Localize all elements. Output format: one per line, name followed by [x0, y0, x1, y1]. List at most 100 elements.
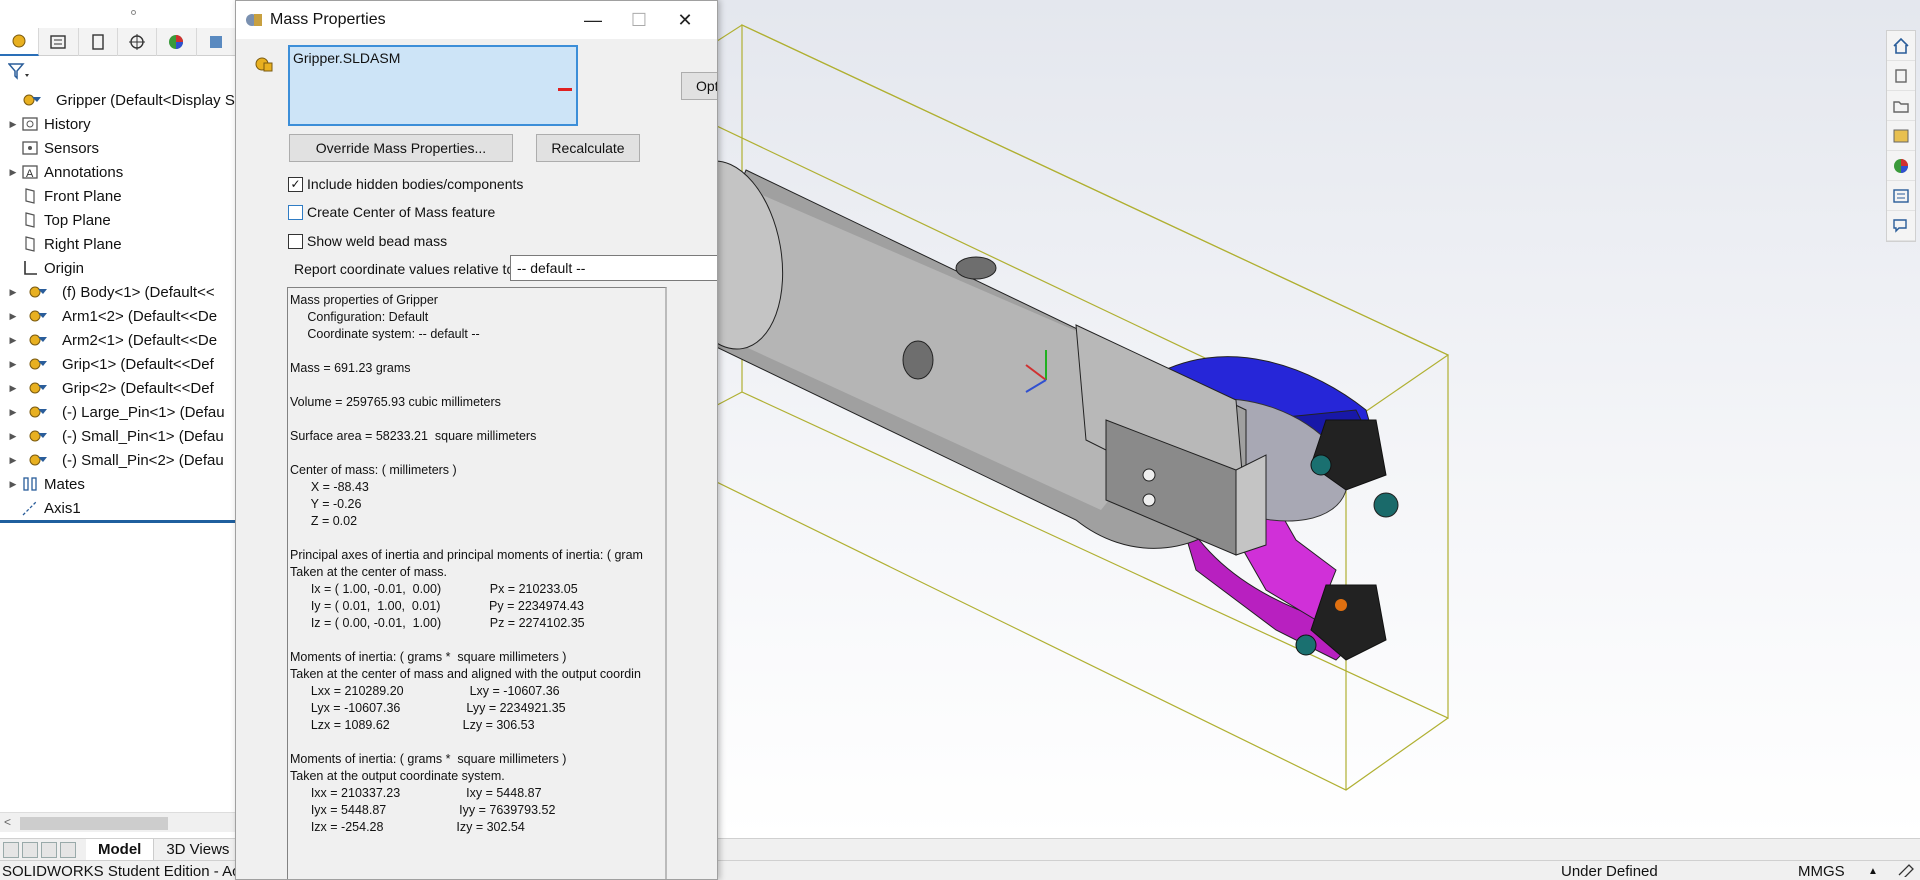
parts-icon[interactable] [1887, 61, 1915, 91]
tree-item[interactable]: ▶ (-) Small_Pin<2> (Defau [0, 448, 236, 472]
tree-item[interactable]: Top Plane [0, 208, 236, 232]
expand-arrow-icon[interactable]: ▶ [6, 119, 20, 130]
tree-item[interactable]: Gripper (Default<Display S [0, 88, 236, 112]
create-com-checkbox[interactable]: Create Center of Mass feature [288, 204, 495, 220]
selected-assembly[interactable]: Gripper.SLDASM [293, 50, 400, 66]
tree-item[interactable]: ▶ Grip<2> (Default<<Def [0, 376, 236, 400]
expand-arrow-icon[interactable]: ▶ [6, 167, 20, 178]
options-button[interactable]: Opt [681, 72, 717, 100]
horizontal-scrollbar[interactable]: < [0, 812, 236, 832]
weld-bead-label: Show weld bead mass [307, 233, 448, 249]
maximize-button[interactable]: ☐ [616, 5, 662, 35]
rebuild-status-icon[interactable] [1897, 863, 1915, 880]
tree-item[interactable]: ▶ Mates [0, 472, 236, 496]
dimxpert-tab[interactable] [118, 28, 158, 56]
filter-icon[interactable] [7, 62, 30, 84]
panel-splitter-dot[interactable] [131, 10, 136, 15]
tree-item[interactable]: ▶ (-) Small_Pin<1> (Defau [0, 424, 236, 448]
result-line [290, 632, 665, 649]
first-tab-nav-icon[interactable] [3, 841, 19, 858]
expand-arrow-icon[interactable]: ▶ [6, 383, 20, 394]
tree-item[interactable]: ▶ Arm2<1> (Default<<De [0, 328, 236, 352]
tree-item[interactable]: Front Plane [0, 184, 236, 208]
tab-3d-views[interactable]: 3D Views [154, 838, 243, 861]
result-line [290, 734, 665, 751]
dialog-title: Mass Properties [270, 11, 386, 28]
tree-item[interactable]: ▶ Grip<1> (Default<<Def [0, 352, 236, 376]
tree-item-label: (-) Large_Pin<1> (Defau [62, 403, 225, 421]
part-icon [20, 331, 58, 349]
result-line [290, 530, 665, 547]
last-tab-nav-icon[interactable] [60, 841, 76, 858]
home-icon[interactable] [1887, 31, 1915, 61]
folder-icon[interactable] [1887, 91, 1915, 121]
mass-properties-results[interactable]: Mass properties of Gripper Configuration… [287, 287, 667, 879]
svg-text:A: A [26, 168, 34, 180]
result-line: Moments of inertia: ( grams * square mil… [290, 752, 567, 766]
tree-item-label: Axis1 [44, 499, 81, 517]
task-pane-toolbar [1886, 30, 1916, 242]
feature-manager-tabs [0, 28, 236, 56]
display-manager-tab[interactable] [157, 28, 197, 56]
expand-arrow-icon[interactable]: ▶ [6, 479, 20, 490]
expand-arrow-icon[interactable]: ▶ [6, 407, 20, 418]
result-line [290, 411, 665, 428]
create-com-label: Create Center of Mass feature [307, 204, 496, 220]
dialog-titlebar[interactable]: Mass Properties — ☐ ✕ [236, 1, 717, 39]
tree-item[interactable]: ▶ (f) Body<1> (Default<< [0, 280, 236, 304]
tree-item[interactable]: Origin [0, 256, 236, 280]
scrollbar-thumb[interactable] [20, 817, 168, 830]
appearance-icon[interactable] [1887, 151, 1915, 181]
scroll-left-icon[interactable]: < [4, 815, 11, 829]
tree-item[interactable]: Right Plane [0, 232, 236, 256]
part-icon [20, 283, 58, 301]
properties-icon[interactable] [1887, 181, 1915, 211]
part-icon [20, 355, 58, 373]
next-tab-nav-icon[interactable] [41, 841, 57, 858]
minimize-button[interactable]: — [570, 5, 616, 35]
tree-item-label: Gripper (Default<Display S [56, 91, 235, 109]
expand-arrow-icon[interactable]: ▶ [6, 359, 20, 370]
cam-tab[interactable] [197, 28, 236, 56]
expand-arrow-icon[interactable]: ▶ [6, 455, 20, 466]
include-hidden-checkbox[interactable]: ✓ Include hidden bodies/components [288, 176, 523, 192]
tree-item[interactable]: ▶ History [0, 112, 236, 136]
tree-item[interactable]: ▶ (-) Large_Pin<1> (Defau [0, 400, 236, 424]
tree-item-label: Front Plane [44, 187, 122, 205]
close-button[interactable]: ✕ [662, 5, 708, 35]
expand-arrow-icon[interactable]: ▶ [6, 311, 20, 322]
tree-item[interactable]: ▶ Arm1<2> (Default<<De [0, 304, 236, 328]
recalculate-button[interactable]: Recalculate [536, 134, 640, 162]
weld-bead-checkbox[interactable]: Show weld bead mass [288, 233, 447, 249]
tree-item[interactable]: ▶ A Annotations [0, 160, 236, 184]
expand-arrow-icon[interactable]: ▶ [6, 431, 20, 442]
coordinate-system-select[interactable]: -- default -- [510, 255, 717, 281]
result-line: Mass properties of Gripper [290, 293, 438, 307]
selection-marker [558, 88, 572, 91]
property-manager-tab[interactable] [39, 28, 79, 56]
result-line: Iz = ( 0.00, -0.01, 1.00) Pz = 2274102.3… [290, 616, 585, 630]
selection-list[interactable]: Gripper.SLDASM [288, 45, 578, 126]
result-line: X = -88.43 [290, 480, 369, 494]
units-arrow-icon[interactable]: ▲ [1868, 866, 1878, 877]
feature-manager-tab[interactable] [0, 28, 40, 56]
tree-item[interactable]: Axis1 [0, 496, 236, 520]
tree-item-label: Arm1<2> (Default<<De [62, 307, 218, 325]
checkbox-checked-icon[interactable]: ✓ [288, 176, 303, 192]
view-palette-icon[interactable] [1887, 121, 1915, 151]
result-line: Lyx = -10607.36 Lyy = 2234921.35 [290, 701, 566, 715]
coordinate-system-label: Report coordinate values relative to: [294, 261, 519, 277]
configuration-manager-tab[interactable] [79, 28, 118, 56]
forum-icon[interactable] [1887, 211, 1915, 241]
override-mass-properties-button[interactable]: Override Mass Properties... [289, 134, 513, 162]
result-line: Lxx = 210289.20 Lxy = -10607.36 [290, 684, 560, 698]
prev-tab-nav-icon[interactable] [22, 841, 38, 858]
expand-arrow-icon[interactable]: ▶ [6, 287, 20, 298]
tree-item[interactable]: Sensors [0, 136, 236, 160]
checkbox-unchecked-icon[interactable] [288, 204, 303, 220]
tab-model[interactable]: Model [86, 838, 155, 861]
checkbox-unchecked-icon[interactable] [288, 233, 303, 249]
status-units[interactable]: MMGS [1798, 863, 1845, 880]
tree-rollback-bar[interactable] [0, 520, 236, 523]
expand-arrow-icon[interactable]: ▶ [6, 335, 20, 346]
